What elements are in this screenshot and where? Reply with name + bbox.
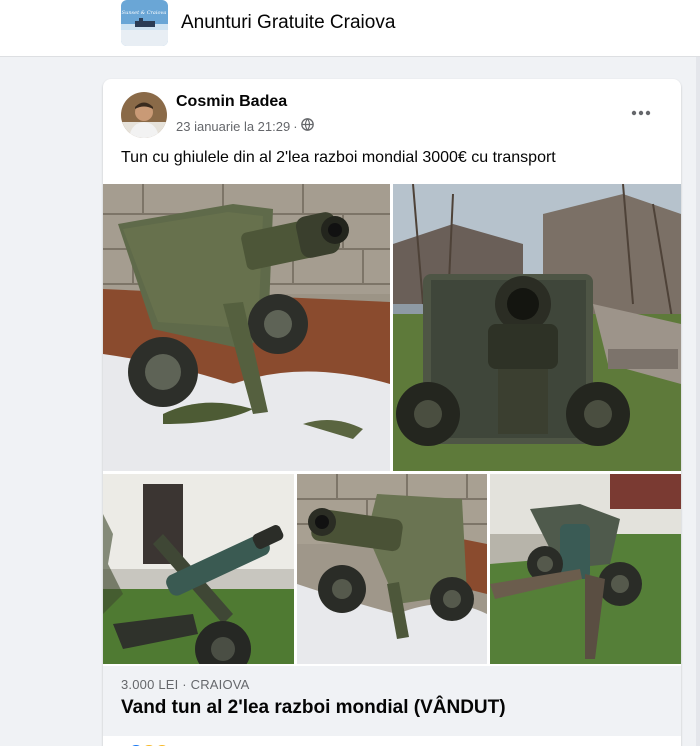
post-date[interactable]: 23 ianuarie la 21:29 [176,119,290,134]
group-name[interactable]: Anunturi Gratuite Craiova [181,12,395,34]
post-text: Tun cu ghiulele din al 2'lea razboi mond… [121,149,556,166]
avatar[interactable] [121,92,167,138]
cannon-photo-3[interactable] [103,474,294,664]
cannon-photo-2[interactable] [393,184,681,471]
author-name[interactable]: Cosmin Badea [176,93,287,111]
post-meta: 23 ianuarie la 21:29 · [176,118,314,134]
svg-text:Sunset & Craiova: Sunset & Craiova [122,10,167,16]
listing-price-location: 3.000 LEI · CRAIOVA [121,677,250,692]
group-header: Sunset & Craiova Anunturi Gratuite Craio… [0,0,700,57]
listing-title[interactable]: Vand tun al 2'lea razboi mondial (VÂNDUT… [121,697,506,719]
scrollbar-track[interactable] [696,57,700,746]
group-thumbnail[interactable]: Sunset & Craiova [121,0,168,46]
globe-icon [300,118,314,134]
cannon-photo-4[interactable] [297,474,487,664]
more-options-icon[interactable] [624,99,658,127]
cannon-photo-1[interactable] [103,184,390,471]
post-card: Cosmin Badea 23 ianuarie la 21:29 · Tun … [103,79,681,746]
cannon-photo-5[interactable] [490,474,681,664]
marketplace-listing[interactable]: 3.000 LEI · CRAIOVA Vand tun al 2'lea ra… [103,666,681,736]
meta-separator: · [293,118,298,134]
